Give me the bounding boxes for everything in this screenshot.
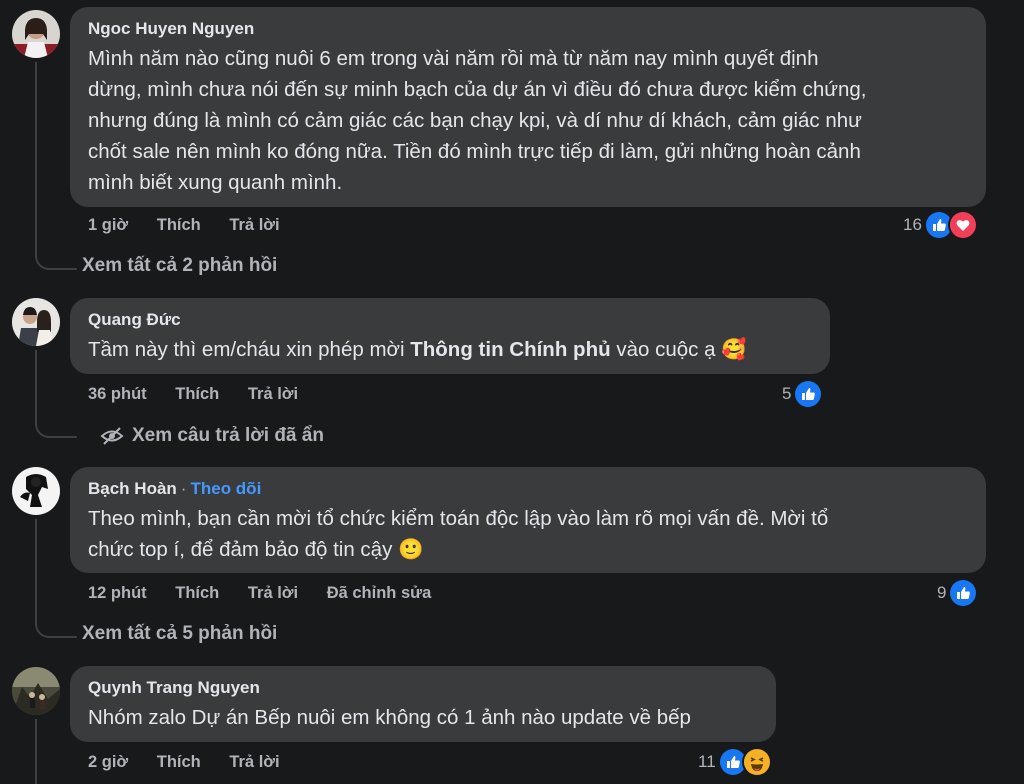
view-replies-link[interactable]: Xem tất cả 2 phản hồi	[82, 255, 277, 277]
comment-text: Mình năm nào cũng nuôi 6 em trong vài nă…	[88, 43, 970, 198]
like-button[interactable]: Thích	[175, 584, 219, 602]
comment-text: Tầm này thì em/cháu xin phép mời Thông t…	[88, 334, 814, 365]
comment-author[interactable]: Bạch Hoàn	[88, 479, 177, 498]
comment-text-line: Mình năm nào cũng nuôi 6 em trong vài nă…	[88, 47, 819, 70]
comment-bubble: Quynh Trang Nguyen Nhóm zalo Dự án Bếp n…	[70, 666, 776, 742]
reaction-summary[interactable]: 11	[698, 747, 772, 777]
comment-time[interactable]: 12 phút	[88, 584, 147, 602]
comment-text: Nhóm zalo Dự án Bếp nuôi em không có 1 ả…	[88, 702, 760, 733]
comment-text-line: chức top í, để đảm bảo độ tin cậy 🙂	[88, 538, 424, 561]
mention-link[interactable]: Thông tin Chính phủ	[410, 338, 610, 361]
avatar[interactable]	[12, 298, 60, 346]
like-icon	[948, 578, 979, 608]
comment-actions: 1 giờ Thích Trả lời	[88, 214, 304, 236]
avatar[interactable]	[12, 667, 60, 715]
thread-line	[35, 350, 37, 410]
comment-text-line: Nhóm zalo Dự án Bếp nuôi em không có 1 ả…	[88, 706, 691, 729]
view-hidden-replies-link[interactable]: Xem câu trả lời đã ẩn	[100, 424, 324, 448]
comment-time[interactable]: 36 phút	[88, 385, 147, 403]
comment-text-line: nhưng đúng là mình có cảm giác các bạn c…	[88, 109, 862, 132]
comment-author[interactable]: Quynh Trang Nguyen	[88, 676, 760, 700]
comment-actions: 36 phút Thích Trả lời	[88, 383, 322, 405]
reply-button[interactable]: Trả lời	[248, 584, 298, 602]
reaction-summary[interactable]: 9	[937, 578, 979, 608]
thread-line	[35, 519, 37, 609]
separator-dot: ·	[180, 479, 187, 498]
view-replies-label: Xem tất cả 5 phản hồi	[82, 623, 278, 644]
reaction-count: 9	[937, 583, 947, 602]
comment-text-part: vào cuộc ạ 🥰	[610, 338, 747, 361]
reaction-count: 11	[698, 752, 716, 771]
reaction-count: 16	[903, 215, 922, 234]
thread-line	[35, 62, 37, 252]
reaction-summary[interactable]: 5	[782, 379, 824, 409]
view-replies-link[interactable]: Xem tất cả 5 phản hồi	[82, 623, 277, 645]
like-button[interactable]: Thích	[157, 216, 201, 234]
edited-label[interactable]: Đã chỉnh sửa	[327, 584, 432, 602]
thread-elbow	[35, 608, 77, 638]
comment-bubble: Bạch Hoàn · Theo dõi Theo mình, bạn cần mờ…	[70, 467, 986, 573]
comment-text-line: chốt sale nên mình ko đóng nữa. Tiền đó …	[88, 140, 861, 163]
haha-icon	[741, 747, 772, 777]
thread-line	[35, 719, 37, 784]
reaction-summary[interactable]: 16	[903, 210, 978, 240]
comment-text-line: Theo mình, bạn cần mời tổ chức kiểm toán…	[88, 507, 829, 530]
comment-actions: 2 giờ Thích Trả lời	[88, 751, 304, 773]
comment-time[interactable]: 2 giờ	[88, 753, 128, 771]
reaction-count: 5	[782, 384, 792, 403]
view-replies-label: Xem tất cả 2 phản hồi	[82, 255, 278, 276]
reply-button[interactable]: Trả lời	[229, 753, 279, 771]
comment-author-row: Bạch Hoàn · Theo dõi	[88, 477, 970, 501]
reply-button[interactable]: Trả lời	[229, 216, 279, 234]
eye-hidden-icon	[100, 424, 124, 448]
view-replies-label: Xem câu trả lời đã ẩn	[132, 425, 324, 446]
comment-text-part: Tầm này thì em/cháu xin phép mời	[88, 338, 411, 361]
like-button[interactable]: Thích	[157, 753, 201, 771]
comment-text-line: dừng, mình chưa nói đến sự minh bạch của…	[88, 78, 867, 101]
comment-bubble: Quang Đức Tầm này thì em/cháu xin phép m…	[70, 298, 830, 374]
comment-bubble: Ngoc Huyen Nguyen Mình năm nào cũng nuôi…	[70, 7, 986, 207]
reply-button[interactable]: Trả lời	[248, 385, 298, 403]
comment-author[interactable]: Ngoc Huyen Nguyen	[88, 17, 970, 41]
thread-elbow	[35, 240, 77, 270]
comment-text-line: mình biết xung quanh mình.	[88, 171, 343, 194]
comment-text: Theo mình, bạn cần mời tổ chức kiểm toán…	[88, 503, 970, 565]
comment-author[interactable]: Quang Đức	[88, 308, 814, 332]
avatar[interactable]	[12, 10, 60, 58]
avatar[interactable]	[12, 467, 60, 515]
comment-actions: 12 phút Thích Trả lời Đã chỉnh sửa	[88, 582, 455, 604]
comment-time[interactable]: 1 giờ	[88, 216, 128, 234]
like-button[interactable]: Thích	[175, 385, 219, 403]
thread-elbow	[35, 410, 77, 438]
love-icon	[947, 210, 978, 240]
like-icon	[793, 379, 824, 409]
follow-button[interactable]: Theo dõi	[190, 479, 261, 498]
